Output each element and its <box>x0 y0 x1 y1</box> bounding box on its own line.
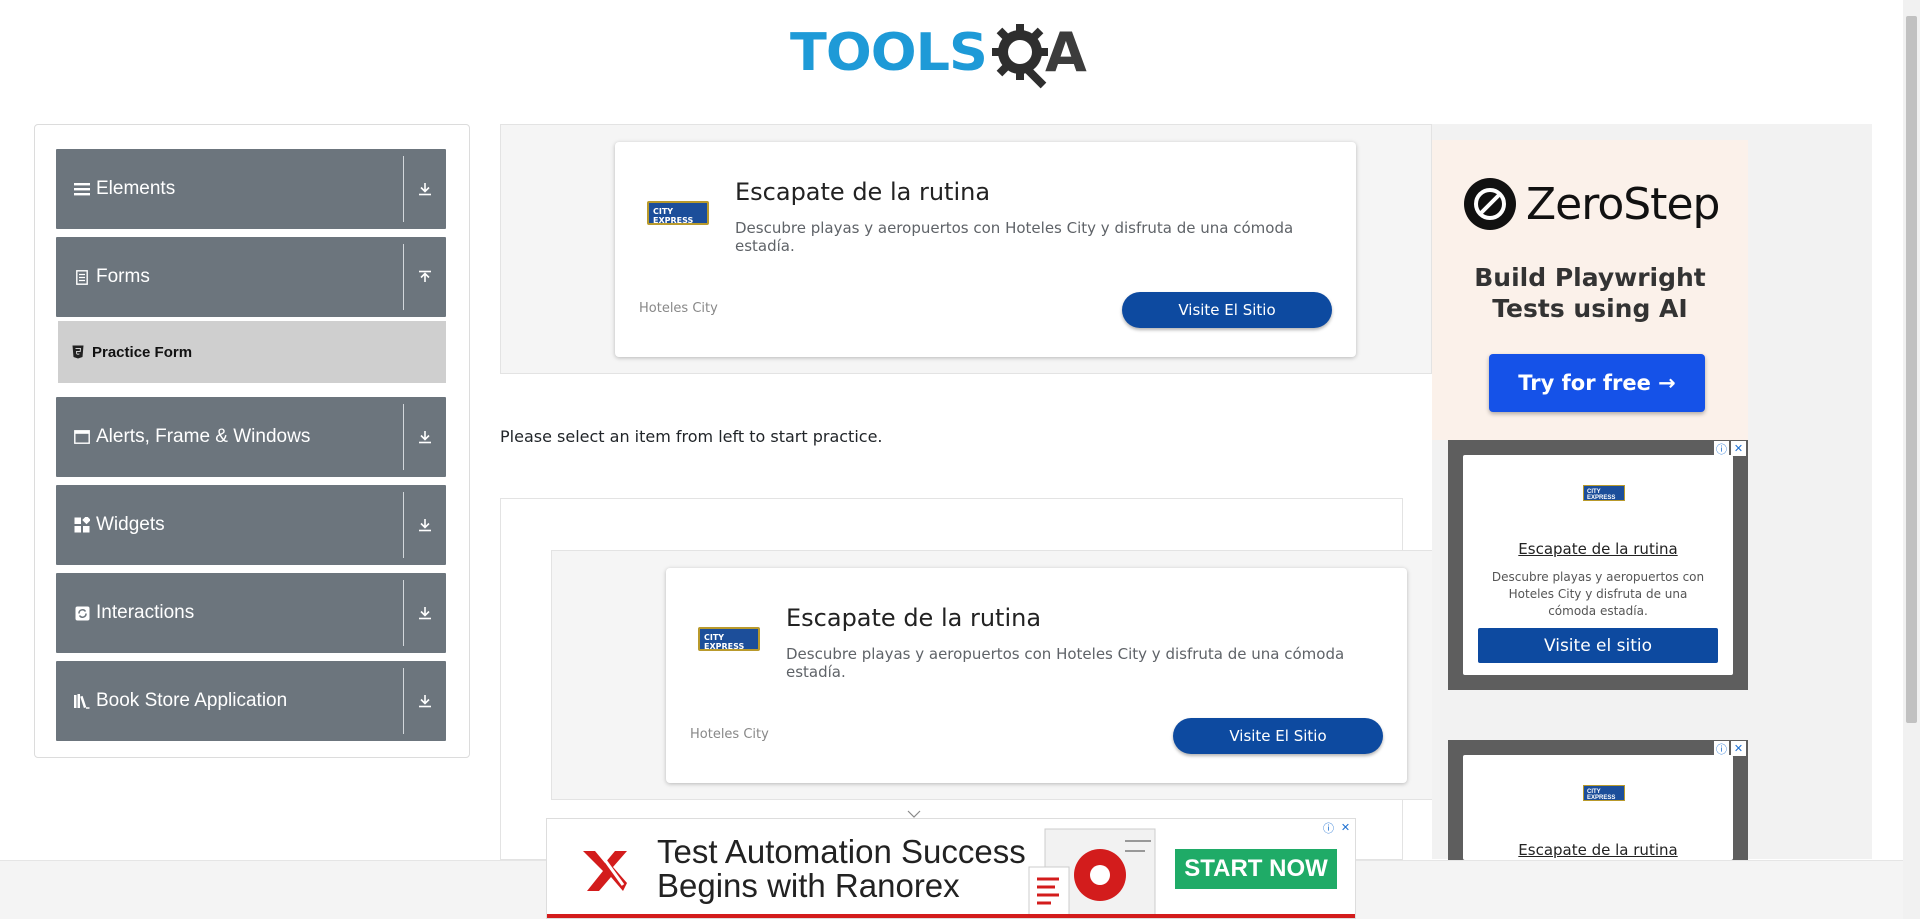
expand-icon[interactable] <box>404 149 446 229</box>
practice-prompt: Please select an item from left to start… <box>500 427 883 446</box>
expand-icon[interactable] <box>404 485 446 565</box>
visit-site-button[interactable]: Visite el sitio <box>1478 628 1718 663</box>
ad-logo-text: CITY EXPRESS <box>653 207 694 225</box>
zerostep-ad[interactable]: ZeroStep Build Playwright Tests using AI… <box>1432 140 1748 440</box>
info-icon[interactable]: ⓘ <box>1714 441 1729 456</box>
interaction-icon <box>73 604 91 622</box>
sidebar-group-label: Forms <box>96 266 150 287</box>
lower-ad-frame: CITY EXPRESS Escapate de la rutina Descu… <box>551 550 1454 800</box>
ad-title: Escapate de la rutina <box>735 178 991 206</box>
ad-logo-text: CITY EXPRESS <box>1587 789 1616 801</box>
expand-icon[interactable] <box>404 397 446 477</box>
widgets-icon <box>73 516 91 534</box>
collapse-icon[interactable] <box>404 237 446 317</box>
html5-icon <box>72 345 84 359</box>
ranorex-banner-ad[interactable]: Test Automation Success Begins with Rano… <box>546 818 1356 919</box>
zerostep-icon <box>1464 178 1516 230</box>
visit-site-button[interactable]: Visite El Sitio <box>1122 292 1332 328</box>
side-ad-card: CITY EXPRESS Escapate de la rutina <box>1463 755 1733 860</box>
side-ad-title: Escapate de la rutina <box>1518 540 1678 558</box>
close-icon[interactable]: ✕ <box>1731 441 1746 456</box>
divider <box>403 156 404 222</box>
top-ad-container: CITY EXPRESS Escapate de la rutina Descu… <box>500 124 1432 374</box>
side-ad-title: Escapate de la rutina <box>1518 841 1678 859</box>
scrollbar-thumb[interactable] <box>1906 16 1917 723</box>
start-now-button[interactable]: START NOW <box>1175 849 1337 889</box>
ad-card[interactable]: CITY EXPRESS Escapate de la rutina Descu… <box>666 568 1407 783</box>
ad-description: Descubre playas y aeropuertos con Hotele… <box>786 645 1345 681</box>
sidebar-group-label: Interactions <box>96 602 195 623</box>
ad-choices: ⓘ ✕ <box>1714 441 1746 456</box>
expand-icon[interactable] <box>404 573 446 653</box>
banner-accent-line <box>547 914 1355 918</box>
lower-ad-container: CITY EXPRESS Escapate de la rutina Descu… <box>500 498 1454 860</box>
ad-brand: Hoteles City <box>690 727 769 742</box>
ad-title: Escapate de la rutina <box>786 604 1042 632</box>
info-icon[interactable]: ⓘ <box>1321 820 1336 835</box>
side-ad-card: CITY EXPRESS Escapate de la rutina Descu… <box>1463 455 1733 675</box>
zerostep-tagline-line2: Tests using AI <box>1492 294 1688 323</box>
sidebar-group-label: Book Store Application <box>96 690 288 711</box>
close-icon[interactable]: ✕ <box>1338 820 1353 835</box>
sidebar-group-interactions[interactable]: Interactions <box>56 573 446 653</box>
sidebar-group-label: Widgets <box>96 514 165 535</box>
gear-icon <box>991 21 1053 89</box>
sidebar-group-elements[interactable]: Elements <box>56 149 446 229</box>
books-icon <box>73 692 91 710</box>
side-ad-city-2[interactable]: ⓘ ✕ CITY EXPRESS Escapate de la rutina <box>1448 740 1748 860</box>
vertical-scrollbar[interactable] <box>1903 0 1920 919</box>
city-express-logo: CITY EXPRESS <box>647 201 709 225</box>
document-icon <box>73 268 91 286</box>
ad-logo-text: CITY EXPRESS <box>1587 489 1616 501</box>
zerostep-tagline: Build Playwright Tests using AI <box>1432 262 1748 324</box>
divider <box>403 580 404 646</box>
side-ad-city-1[interactable]: ⓘ ✕ CITY EXPRESS Escapate de la rutina D… <box>1448 440 1748 690</box>
visit-site-button[interactable]: Visite El Sitio <box>1173 718 1383 754</box>
ad-choices: ⓘ ✕ <box>1714 741 1746 756</box>
automation-graphic-icon <box>1015 827 1165 919</box>
sidebar-group-book-store[interactable]: Book Store Application <box>56 661 446 741</box>
try-for-free-button[interactable]: Try for free → <box>1489 354 1705 412</box>
ranorex-headline-1: Test Automation Success <box>657 833 1026 870</box>
expand-icon[interactable] <box>404 661 446 741</box>
divider <box>403 404 404 470</box>
sidebar-item-label: Practice Form <box>92 343 193 361</box>
divider <box>403 244 404 310</box>
close-icon[interactable]: ✕ <box>1731 741 1746 756</box>
sidebar-item-practice-form[interactable]: Practice Form <box>58 321 446 383</box>
left-sidebar: Elements Forms Practice Form Alerts, Fra… <box>34 124 470 758</box>
zerostep-name: ZeroStep <box>1526 178 1720 230</box>
info-icon[interactable]: ⓘ <box>1714 741 1729 756</box>
city-express-logo: CITY EXPRESS <box>1583 485 1625 501</box>
ad-brand: Hoteles City <box>639 301 718 316</box>
ad-card[interactable]: CITY EXPRESS Escapate de la rutina Descu… <box>615 142 1356 357</box>
zerostep-tagline-line1: Build Playwright <box>1474 263 1706 292</box>
logo-tools-text: TOOLS <box>790 22 988 82</box>
ranorex-headline-2: Begins with Ranorex <box>657 867 960 904</box>
divider <box>403 668 404 734</box>
ad-description: Descubre playas y aeropuertos con Hotele… <box>735 219 1294 255</box>
ad-logo-text: CITY EXPRESS <box>704 633 745 651</box>
ad-choices: ⓘ ✕ <box>1321 820 1353 835</box>
zerostep-logo: ZeroStep <box>1464 178 1720 230</box>
toolsqa-logo[interactable]: TOOLS A <box>790 14 1087 90</box>
sidebar-group-label: Elements <box>96 178 176 199</box>
divider <box>403 492 404 558</box>
side-ad-description: Descubre playas y aeropuertos con Hotele… <box>1491 570 1705 618</box>
city-express-logo: CITY EXPRESS <box>698 627 760 651</box>
city-express-logo: CITY EXPRESS <box>1583 785 1625 801</box>
sidebar-group-alerts[interactable]: Alerts, Frame & Windows <box>56 397 446 477</box>
ranorex-logo-icon <box>577 841 633 902</box>
list-icon <box>73 180 91 198</box>
sidebar-group-widgets[interactable]: Widgets <box>56 485 446 565</box>
window-icon <box>73 428 91 446</box>
sidebar-group-forms[interactable]: Forms <box>56 237 446 317</box>
page: TOOLS A Elements Forms Practice Form Ale… <box>0 0 1920 919</box>
sidebar-group-label: Alerts, Frame & Windows <box>96 426 311 447</box>
